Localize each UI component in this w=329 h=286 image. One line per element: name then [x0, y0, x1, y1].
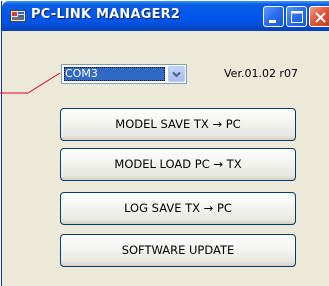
log-save-button[interactable]: LOG SAVE TX → PC [60, 192, 296, 225]
maximize-button[interactable] [286, 6, 307, 27]
model-load-button[interactable]: MODEL LOAD PC → TX [60, 148, 296, 181]
software-update-button[interactable]: SOFTWARE UPDATE [60, 234, 296, 267]
close-button[interactable] [309, 6, 329, 27]
screenshot-stage: PC-LINK MANAGER2 COM3 Ver.01.02 r07 MODE… [0, 0, 329, 286]
version-label: Ver.01.02 r07 [224, 67, 298, 80]
window-title: PC-LINK MANAGER2 [31, 7, 181, 22]
app-icon [10, 8, 26, 24]
model-save-button[interactable]: MODEL SAVE TX → PC [60, 108, 296, 141]
port-select-dropdown-button[interactable] [168, 66, 185, 82]
port-select[interactable]: COM3 [61, 64, 187, 84]
minimize-button[interactable] [263, 6, 284, 27]
app-window: PC-LINK MANAGER2 COM3 Ver.01.02 r07 MODE… [1, 1, 329, 286]
port-select-value: COM3 [64, 67, 165, 81]
title-bar[interactable]: PC-LINK MANAGER2 [2, 1, 329, 31]
